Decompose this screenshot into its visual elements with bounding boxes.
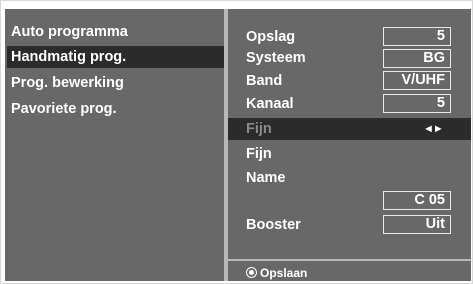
systeem-value[interactable]: BG bbox=[383, 49, 451, 68]
footer-divider bbox=[228, 259, 471, 261]
tv-osd-frame: Auto programma Handmatig prog. Prog. bew… bbox=[0, 0, 473, 284]
manual-program-settings-panel: Opslag 5 Systeem BG Band V/UHF Kanaal 5 … bbox=[228, 9, 471, 281]
save-hint-label: Opslaan bbox=[260, 266, 308, 280]
kanaal-value[interactable]: 5 bbox=[383, 94, 451, 113]
menu-item-pavoriete-prog[interactable]: Pavoriete prog. bbox=[7, 98, 224, 120]
fijn-highlight-label: Fijn bbox=[246, 121, 272, 137]
kanaal-label: Kanaal bbox=[246, 96, 294, 112]
menu-item-auto-programma[interactable]: Auto programma bbox=[7, 21, 224, 43]
program-menu-panel: Auto programma Handmatig prog. Prog. bew… bbox=[5, 9, 224, 281]
booster-value[interactable]: Uit bbox=[383, 215, 451, 234]
opslag-value[interactable]: 5 bbox=[383, 27, 451, 46]
left-right-arrows-icon: ◄► bbox=[423, 123, 444, 135]
name-label: Name bbox=[246, 170, 286, 186]
fijn-label: Fijn bbox=[246, 146, 272, 162]
ok-button-icon bbox=[246, 267, 257, 278]
booster-label: Booster bbox=[246, 217, 301, 233]
systeem-label: Systeem bbox=[246, 50, 306, 66]
save-hint: Opslaan bbox=[246, 265, 307, 281]
menu-item-handmatig-prog[interactable]: Handmatig prog. bbox=[7, 46, 224, 68]
band-value[interactable]: V/UHF bbox=[383, 71, 451, 90]
opslag-label: Opslag bbox=[246, 29, 296, 45]
band-label: Band bbox=[246, 73, 283, 89]
name-value[interactable]: C 05 bbox=[383, 191, 451, 210]
fijn-tuning-row-selected[interactable]: Fijn ◄► bbox=[228, 118, 471, 140]
menu-item-prog-bewerking[interactable]: Prog. bewerking bbox=[7, 72, 224, 94]
